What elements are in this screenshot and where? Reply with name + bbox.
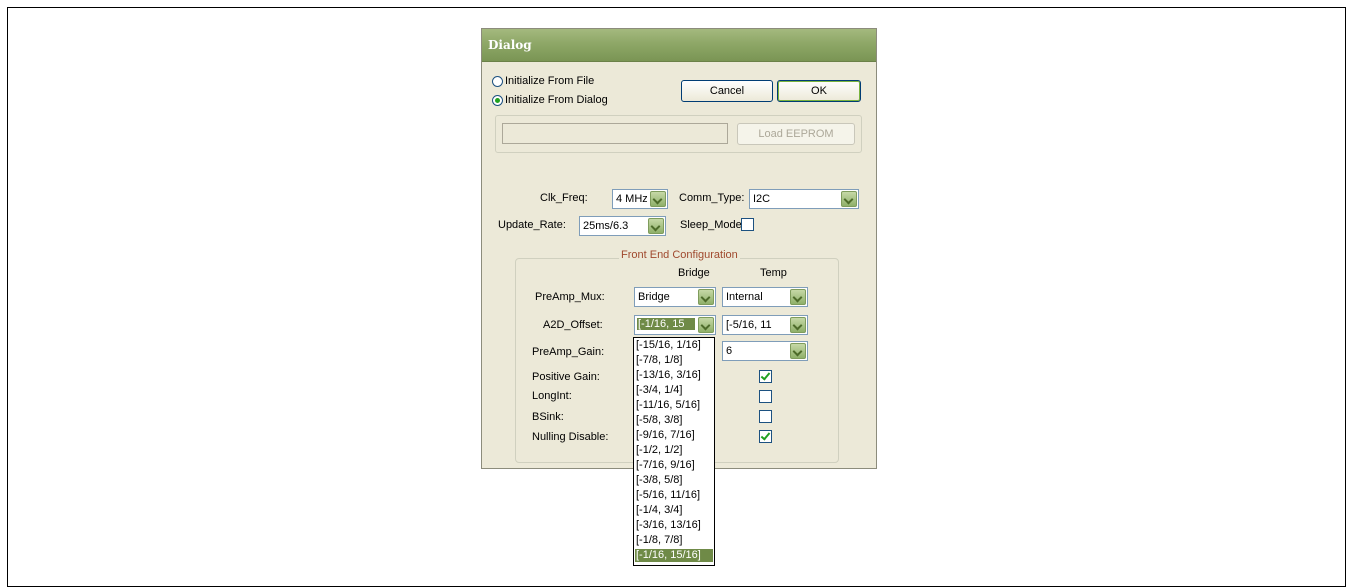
preamp-mux-temp-select[interactable]: Internal — [722, 287, 808, 307]
chevron-down-icon[interactable] — [698, 289, 714, 305]
dropdown-option[interactable]: [-11/16, 5/16] — [635, 399, 713, 412]
dropdown-option[interactable]: [-3/4, 1/4] — [635, 384, 713, 397]
ok-button[interactable]: OK — [777, 80, 861, 102]
clk-freq-select[interactable]: 4 MHz — [612, 189, 668, 209]
bsink-temp-checkbox[interactable] — [759, 410, 772, 423]
chevron-down-icon[interactable] — [698, 317, 714, 333]
file-path-field[interactable] — [502, 123, 728, 144]
nulling-disable-temp-checkbox[interactable] — [759, 430, 772, 443]
dropdown-option[interactable]: [-5/8, 3/8] — [635, 414, 713, 427]
a2d-offset-temp-value: [-5/16, 11 — [726, 319, 772, 331]
dropdown-option[interactable]: [-3/8, 5/8] — [635, 474, 713, 487]
cancel-button[interactable]: Cancel — [681, 80, 773, 102]
preamp-gain-label: PreAmp_Gain: — [532, 346, 605, 358]
radio-init-from-file-label: Initialize From File — [505, 75, 595, 87]
clk-freq-label: Clk_Freq: — [540, 192, 588, 204]
update-rate-label: Update_Rate: — [498, 219, 566, 231]
radio-init-from-dialog[interactable] — [492, 95, 503, 106]
front-end-legend: Front End Configuration — [619, 249, 740, 262]
a2d-offset-label: A2D_Offset: — [543, 319, 603, 331]
comm-type-label: Comm_Type: — [679, 192, 745, 204]
a2d-offset-temp-select[interactable]: [-5/16, 11 — [722, 315, 808, 335]
positive-gain-temp-checkbox[interactable] — [759, 370, 772, 383]
dropdown-option[interactable]: [-5/16, 11/16] — [635, 489, 713, 502]
column-header-bridge: Bridge — [678, 267, 710, 279]
comm-type-select[interactable]: I2C — [749, 189, 859, 209]
dropdown-option[interactable]: [-9/16, 7/16] — [635, 429, 713, 442]
dropdown-option[interactable]: [-3/16, 13/16] — [635, 519, 713, 532]
radio-init-from-file[interactable] — [492, 76, 503, 87]
preamp-gain-temp-select[interactable]: 6 — [722, 341, 808, 361]
preamp-mux-temp-value: Internal — [726, 291, 763, 303]
a2d-offset-bridge-select[interactable]: [-1/16, 15 — [634, 315, 716, 335]
preamp-gain-temp-value: 6 — [726, 345, 733, 357]
longint-temp-checkbox[interactable] — [759, 390, 772, 403]
comm-type-value: I2C — [753, 193, 771, 205]
dropdown-option[interactable]: [-7/8, 1/8] — [635, 354, 713, 367]
dropdown-option[interactable]: [-1/16, 15/16] — [635, 549, 713, 562]
preamp-mux-bridge-value: Bridge — [638, 291, 670, 303]
preamp-mux-bridge-select[interactable]: Bridge — [634, 287, 716, 307]
dropdown-option[interactable]: [-7/16, 9/16] — [635, 459, 713, 472]
clk-freq-value: 4 MHz — [616, 193, 647, 205]
dropdown-option[interactable]: [-1/4, 3/4] — [635, 504, 713, 517]
nulling-disable-label: Nulling Disable: — [532, 431, 609, 443]
chevron-down-icon[interactable] — [790, 317, 806, 333]
sleep-mode-checkbox[interactable] — [741, 218, 754, 231]
positive-gain-label: Positive Gain: — [532, 371, 600, 383]
dropdown-option[interactable]: [-1/8, 7/8] — [635, 534, 713, 547]
a2d-offset-dropdown-list[interactable]: [-15/16, 1/16] [-7/8, 1/8] [-13/16, 3/16] [… — [633, 337, 715, 566]
update-rate-select[interactable]: 25ms/6.3 — [579, 216, 666, 236]
dropdown-option[interactable]: [-15/16, 1/16] — [635, 339, 713, 352]
chevron-down-icon[interactable] — [841, 191, 857, 207]
sleep-mode-label: Sleep_Mode — [680, 219, 742, 231]
chevron-down-icon[interactable] — [790, 289, 806, 305]
title-bar[interactable]: Dialog — [482, 29, 876, 62]
dialog-title: Dialog — [488, 38, 532, 52]
preamp-mux-label: PreAmp_Mux: — [535, 291, 605, 303]
chevron-down-icon[interactable] — [648, 218, 664, 234]
chevron-down-icon[interactable] — [790, 343, 806, 359]
dropdown-option[interactable]: [-13/16, 3/16] — [635, 369, 713, 382]
chevron-down-icon[interactable] — [650, 191, 666, 207]
load-eeprom-button[interactable]: Load EEPROM — [737, 123, 855, 145]
column-header-temp: Temp — [760, 267, 787, 279]
update-rate-value: 25ms/6.3 — [583, 220, 629, 232]
longint-label: LongInt: — [532, 390, 572, 402]
bsink-label: BSink: — [532, 411, 564, 423]
a2d-offset-bridge-value: [-1/16, 15 — [637, 318, 695, 330]
radio-init-from-dialog-label: Initialize From Dialog — [505, 94, 608, 106]
dropdown-option[interactable]: [-1/2, 1/2] — [635, 444, 713, 457]
